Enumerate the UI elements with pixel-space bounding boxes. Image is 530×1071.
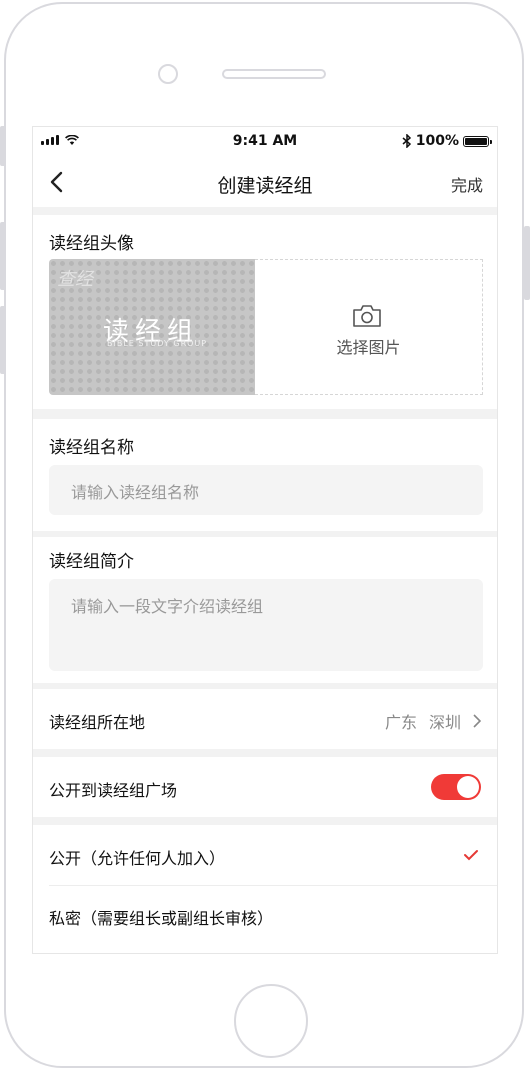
power-button <box>524 226 530 300</box>
avatar-label: 读经组头像 <box>49 234 134 254</box>
location-value: 广东 深圳 <box>385 709 481 733</box>
home-button[interactable] <box>234 984 308 1058</box>
location-label: 读经组所在地 <box>49 713 146 732</box>
done-button[interactable]: 完成 <box>451 172 483 196</box>
choose-image-button[interactable]: 选择图片 <box>255 259 483 395</box>
battery-percent: 100% <box>415 133 459 149</box>
name-section: 读经组名称 请输入读经组名称 <box>33 419 497 531</box>
avatar-image-subtitle: BIBLE STUDY GROUP <box>107 339 208 348</box>
location-row[interactable]: 读经组所在地 广东 深圳 <box>33 689 497 749</box>
name-label: 读经组名称 <box>49 438 134 458</box>
checkmark-icon <box>464 850 478 861</box>
divider <box>49 885 497 886</box>
intro-section: 读经组简介 请输入一段文字介绍读经组 <box>33 537 497 683</box>
intro-label: 读经组简介 <box>49 552 134 572</box>
status-bar: 9:41 AM 100% <box>33 127 497 157</box>
volume-up-button <box>0 222 6 290</box>
speaker-grille <box>222 69 326 79</box>
chevron-right-icon <box>473 714 481 728</box>
volume-down-button <box>0 306 6 374</box>
avatar-watermark: 查经 <box>57 269 93 290</box>
privacy-option-private[interactable]: 私密（需要组长或副组长审核） <box>49 905 273 929</box>
location-province: 广东 <box>384 713 417 732</box>
choose-image-label: 选择图片 <box>336 338 401 357</box>
public-square-row: 公开到读经组广场 <box>33 757 497 817</box>
camera-icon <box>353 305 381 327</box>
front-camera <box>158 64 178 84</box>
bluetooth-icon <box>402 134 411 148</box>
public-square-label: 公开到读经组广场 <box>49 781 178 800</box>
privacy-option-public[interactable]: 公开（允许任何人加入） <box>49 845 225 869</box>
location-city: 深圳 <box>428 713 461 732</box>
avatar-image[interactable]: 查经 读经组 BIBLE STUDY GROUP <box>49 259 255 395</box>
app-screen: 9:41 AM 100% 创建读经组 完成 读经组头像 查经 读经组 BIBLE… <box>32 126 498 954</box>
privacy-options: 公开（允许任何人加入） 私密（需要组长或副组长审核） <box>33 825 497 953</box>
intro-textarea[interactable]: 请输入一段文字介绍读经组 <box>49 579 483 671</box>
name-input[interactable]: 请输入读经组名称 <box>49 465 483 515</box>
page-title: 创建读经组 <box>217 175 313 197</box>
status-right: 100% <box>402 133 492 149</box>
battery-icon <box>463 135 492 147</box>
mute-switch <box>0 126 6 166</box>
public-square-toggle[interactable] <box>431 774 481 800</box>
nav-bar: 创建读经组 完成 <box>33 157 497 207</box>
